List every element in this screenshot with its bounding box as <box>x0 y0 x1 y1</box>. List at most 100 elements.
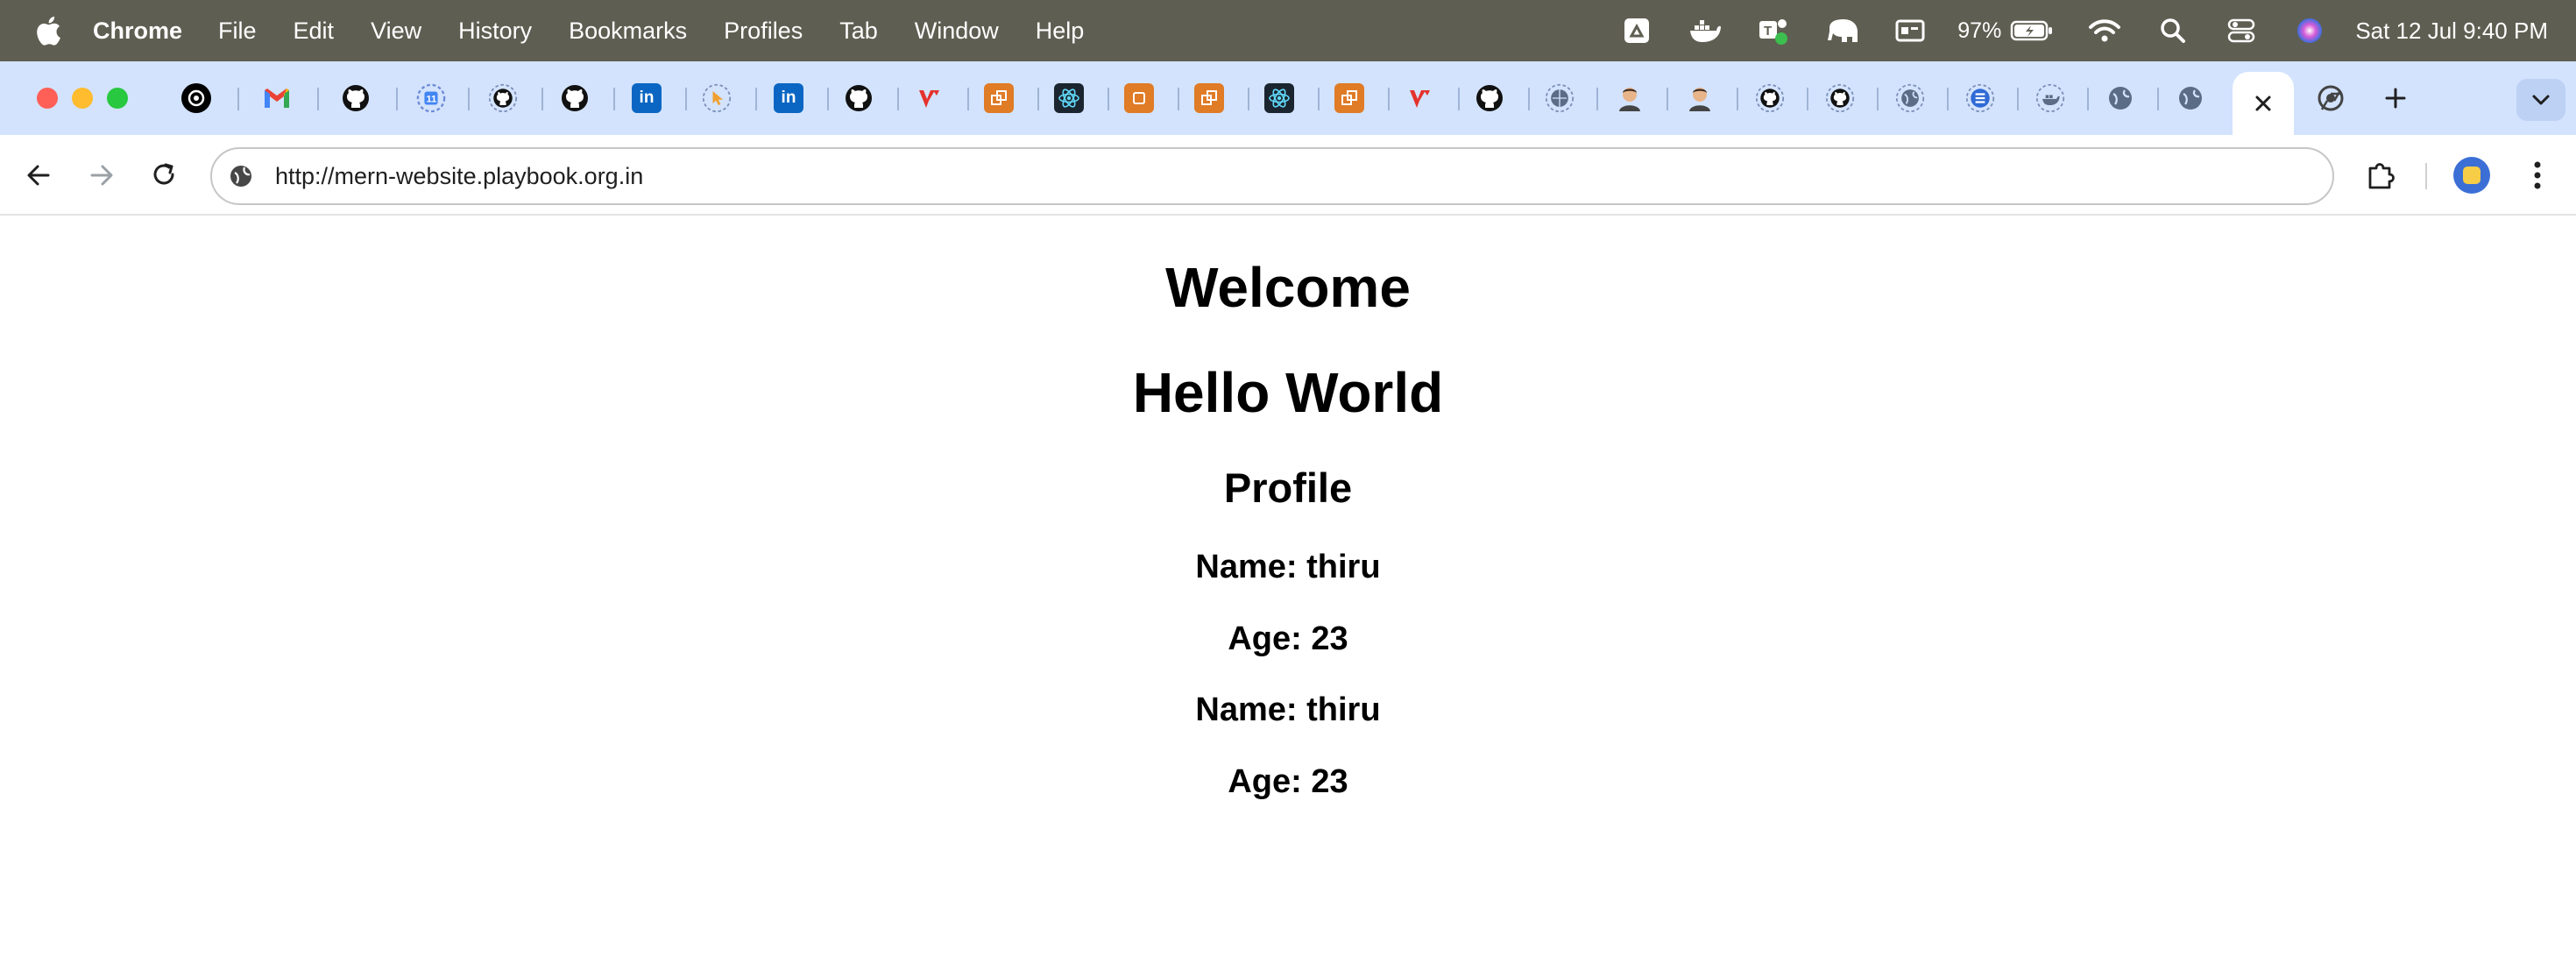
github-icon <box>488 83 518 113</box>
tab-gmail[interactable] <box>242 61 312 135</box>
menu-help[interactable]: Help <box>1036 18 1085 45</box>
tab-vercel-2[interactable] <box>1384 61 1454 135</box>
window-minimize-button[interactable] <box>72 88 93 109</box>
window-maximize-button[interactable] <box>107 88 128 109</box>
tab-openai[interactable] <box>161 61 231 135</box>
profile-age-2: Age: 23 <box>1228 763 1348 800</box>
tab-github-6[interactable] <box>1735 61 1805 135</box>
menu-history[interactable]: History <box>458 18 532 45</box>
tab-globe-3[interactable] <box>2155 61 2226 135</box>
teams-icon[interactable]: T <box>1756 13 1791 48</box>
reload-icon <box>153 163 174 185</box>
avatar-icon <box>1685 83 1715 113</box>
chevron-down-icon <box>2532 95 2550 105</box>
github-icon <box>844 83 874 113</box>
menu-tab[interactable]: Tab <box>839 18 878 45</box>
menu-edit[interactable]: Edit <box>294 18 335 45</box>
chrome-menu-button[interactable] <box>2520 154 2555 196</box>
tab-react-1[interactable] <box>1034 61 1104 135</box>
control-center-icon[interactable] <box>2224 13 2259 48</box>
menu-app-name[interactable]: Chrome <box>93 18 182 45</box>
back-arrow-icon <box>27 165 50 186</box>
menu-window[interactable]: Window <box>915 18 999 45</box>
docker-globe-icon <box>1545 83 1575 113</box>
battery-icon[interactable] <box>2010 13 2054 48</box>
pointer-icon <box>702 83 732 113</box>
tab-github-7[interactable] <box>1805 61 1875 135</box>
menu-profiles[interactable]: Profiles <box>724 18 803 45</box>
tab-chrome[interactable] <box>2296 61 2366 135</box>
google-drive-icon[interactable] <box>1619 13 1654 48</box>
close-icon[interactable] <box>2248 89 2278 118</box>
macos-menubar: Chrome File Edit View History Bookmarks … <box>0 0 2576 61</box>
github-icon <box>1475 83 1504 113</box>
profile-name-1: Name: thiru <box>1195 549 1381 585</box>
tab-avatar-1[interactable] <box>1595 61 1665 135</box>
github-icon <box>1825 83 1855 113</box>
tab-github-2[interactable] <box>468 61 538 135</box>
tab-react-2[interactable] <box>1244 61 1314 135</box>
linkedin-icon: in <box>632 83 662 113</box>
page-title: Welcome <box>1165 256 1411 319</box>
tab-linkedin-2[interactable]: in <box>754 61 824 135</box>
menu-view[interactable]: View <box>371 18 421 45</box>
menubar-clock[interactable]: Sat 12 Jul 9:40 PM <box>2355 18 2548 45</box>
avatar <box>2453 157 2490 194</box>
tab-linkedin-1[interactable]: in <box>612 61 682 135</box>
new-tab-button[interactable] <box>2376 61 2415 135</box>
tab-orange-1[interactable] <box>964 61 1034 135</box>
tab-orange-3[interactable] <box>1174 61 1244 135</box>
extensions-button[interactable] <box>2359 154 2403 196</box>
puzzle-icon <box>2368 163 2395 189</box>
elephant-icon[interactable] <box>1824 13 1859 48</box>
tab-github-1[interactable] <box>321 61 391 135</box>
reload-button[interactable] <box>144 154 186 196</box>
tab-active-current[interactable] <box>2233 72 2294 135</box>
tab-github-3[interactable] <box>540 61 610 135</box>
window-menu-icon[interactable] <box>1893 13 1928 48</box>
forward-button[interactable] <box>81 154 123 196</box>
tab-list[interactable] <box>1945 61 2015 135</box>
wifi-icon[interactable] <box>2087 13 2122 48</box>
react-icon <box>1264 83 1294 113</box>
profile-age-1: Age: 23 <box>1228 620 1348 657</box>
tab-orange-4[interactable] <box>1314 61 1384 135</box>
github-icon <box>341 83 371 113</box>
status-area: T 97% Sat 12 Jul 9:40 PM <box>1586 0 2548 61</box>
gmail-icon <box>262 83 292 113</box>
tab-pointer[interactable] <box>682 61 752 135</box>
menu-bookmarks[interactable]: Bookmarks <box>569 18 687 45</box>
back-button[interactable] <box>18 154 60 196</box>
avatar-icon <box>1615 83 1645 113</box>
siri-icon[interactable] <box>2292 13 2327 48</box>
tab-avatar-2[interactable] <box>1665 61 1735 135</box>
tab-docker-globe-2[interactable] <box>2015 61 2085 135</box>
profile-button[interactable] <box>2450 154 2494 196</box>
orange-app-icon <box>984 83 1014 113</box>
profile-heading: Profile <box>1223 464 1353 511</box>
window-close-button[interactable] <box>37 88 58 109</box>
tab-github-5[interactable] <box>1454 61 1525 135</box>
tab-globe-1[interactable] <box>1875 61 1945 135</box>
tab-globe-2[interactable] <box>2085 61 2155 135</box>
tab-vercel-1[interactable] <box>894 61 964 135</box>
tab-calendar[interactable]: 11 <box>396 61 466 135</box>
menu-file[interactable]: File <box>218 18 257 45</box>
web-page: Welcome Hello World Profile Name: thiru … <box>0 217 2576 978</box>
tab-orange-2[interactable] <box>1104 61 1174 135</box>
url-text[interactable]: http://mern-website.playbook.org.in <box>275 163 643 190</box>
globe-icon <box>1895 83 1925 113</box>
apple-logo-icon[interactable] <box>33 13 63 48</box>
github-icon <box>1755 83 1785 113</box>
tab-search-button[interactable] <box>2516 79 2565 121</box>
address-bar[interactable]: http://mern-website.playbook.org.in <box>210 147 2334 205</box>
battery-percent: 97% <box>1957 18 2002 43</box>
tab-docker-globe-1[interactable] <box>1525 61 1595 135</box>
spotlight-search-icon[interactable] <box>2155 13 2190 48</box>
docker-icon[interactable] <box>1688 13 1723 48</box>
vercel-red-icon <box>914 83 944 113</box>
svg-text:T: T <box>1764 24 1772 39</box>
tab-github-4[interactable] <box>824 61 894 135</box>
docker-globe-icon <box>2035 83 2065 113</box>
site-info-icon[interactable] <box>226 161 256 191</box>
